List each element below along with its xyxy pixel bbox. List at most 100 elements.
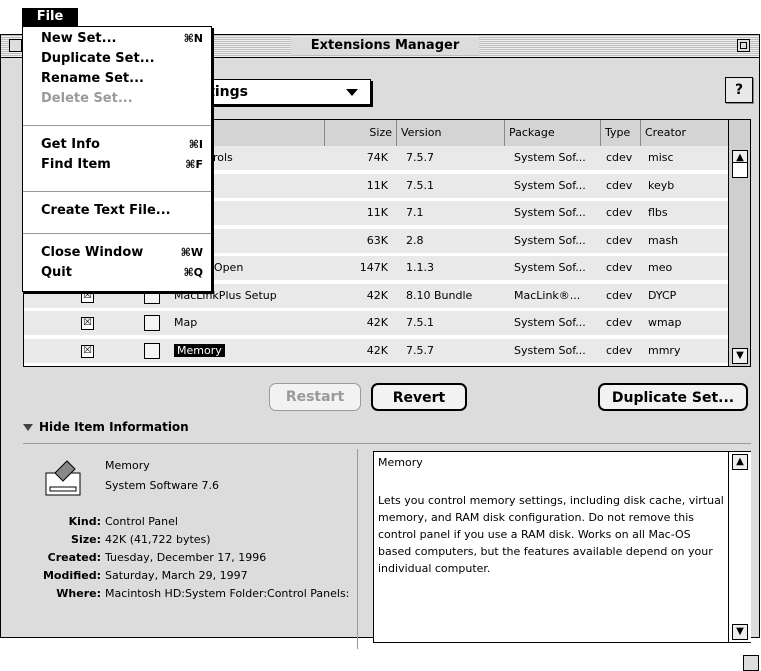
extension-version: 7.1 bbox=[406, 206, 424, 219]
menu-item-label: New Set... bbox=[41, 31, 117, 46]
extension-size: 74K bbox=[366, 151, 388, 164]
extension-type: cdev bbox=[606, 316, 633, 329]
menu-item-label: Close Window bbox=[41, 245, 144, 260]
hide-item-information-toggle[interactable]: Hide Item Information bbox=[23, 417, 189, 437]
where-label: Where: bbox=[56, 587, 101, 600]
duplicate-set-button[interactable]: Duplicate Set... bbox=[598, 383, 748, 411]
menu-item[interactable]: Duplicate Set... bbox=[23, 49, 211, 69]
extension-package: System Sof... bbox=[514, 343, 586, 357]
extension-creator: wmap bbox=[648, 316, 682, 329]
menu-item-label: Quit bbox=[41, 265, 72, 280]
menu-item-label: Create Text File... bbox=[41, 203, 171, 218]
extension-creator: mash bbox=[648, 233, 679, 247]
extension-size: 11K bbox=[366, 178, 388, 192]
info-item-name: Memory bbox=[105, 459, 150, 472]
header-package[interactable]: Package bbox=[504, 120, 600, 146]
menu-item[interactable]: Quit ⌘Q bbox=[23, 263, 211, 283]
extension-row[interactable]: ☒ Memory 42K 7.5.7 System Sof... cdev mmry bbox=[24, 338, 734, 364]
extension-type: cdev bbox=[606, 288, 633, 302]
zoom-box-icon[interactable] bbox=[737, 39, 750, 52]
extension-type: cdev bbox=[606, 343, 633, 357]
extension-size: 42K bbox=[366, 288, 388, 302]
extension-package: System Sof... bbox=[514, 261, 586, 274]
created-label: Created: bbox=[47, 551, 101, 564]
extension-version: 7.5.7 bbox=[406, 343, 434, 357]
header-type[interactable]: Type bbox=[600, 120, 640, 146]
info-item-package: System Software 7.6 bbox=[105, 479, 219, 492]
restart-button[interactable]: Restart bbox=[269, 383, 361, 411]
extension-version: 2.8 bbox=[406, 233, 424, 247]
extension-package: System Sof... bbox=[514, 178, 586, 192]
description-scrollbar[interactable]: ▲ ▼ bbox=[728, 452, 751, 642]
extension-package: System Sof... bbox=[514, 206, 586, 219]
scroll-thumb[interactable] bbox=[732, 162, 748, 178]
menu-item-label: Delete Set... bbox=[41, 91, 133, 106]
file-menu-dropdown: New Set... ⌘N Duplicate Set... Rename Set..… bbox=[22, 26, 212, 292]
disclosure-triangle-icon[interactable] bbox=[23, 424, 33, 431]
extension-package: MacLink®... bbox=[514, 288, 581, 302]
extension-size: 11K bbox=[366, 206, 388, 219]
info-labels: Kind: Size: Created: Modified: Where: bbox=[23, 513, 101, 603]
extension-version: 7.5.7 bbox=[406, 151, 434, 164]
extension-creator: flbs bbox=[648, 206, 668, 219]
header-creator[interactable]: Creator bbox=[640, 120, 728, 146]
menu-separator bbox=[23, 191, 211, 192]
extension-creator: misc bbox=[648, 151, 674, 164]
menu-item[interactable]: Create Text File... bbox=[23, 201, 211, 221]
extension-creator: DYCP bbox=[648, 288, 677, 302]
kind-value: Control Panel bbox=[105, 515, 178, 528]
menu-item-label: Get Info bbox=[41, 137, 100, 152]
header-size[interactable]: Size bbox=[324, 120, 396, 146]
menu-item-shortcut: ⌘Q bbox=[183, 266, 203, 279]
extension-package: System Sof... bbox=[514, 233, 586, 247]
extension-name: Memory bbox=[174, 339, 322, 363]
extension-type: cdev bbox=[606, 233, 633, 247]
enable-checkbox[interactable]: ☒ bbox=[81, 317, 94, 330]
hide-item-information-label: Hide Item Information bbox=[39, 420, 189, 434]
extension-name-text: Map bbox=[174, 316, 198, 329]
created-value: Tuesday, December 17, 1996 bbox=[105, 551, 267, 564]
modified-label: Modified: bbox=[42, 569, 101, 582]
scroll-down-arrow-icon[interactable]: ▼ bbox=[732, 348, 748, 364]
info-values: Control Panel 42K (41,722 bytes) Tuesday… bbox=[105, 513, 355, 603]
file-menu-title[interactable]: File bbox=[22, 8, 78, 26]
menu-item[interactable]: Rename Set... bbox=[23, 69, 211, 89]
modified-value: Saturday, March 29, 1997 bbox=[105, 569, 248, 582]
extension-package: System Sof... bbox=[514, 151, 586, 164]
kind-label: Kind: bbox=[68, 515, 101, 528]
extension-package: System Sof... bbox=[514, 316, 586, 329]
desc-scroll-up-icon[interactable]: ▲ bbox=[732, 454, 748, 470]
resize-grow-box-icon[interactable] bbox=[743, 655, 759, 671]
help-button[interactable]: ? bbox=[725, 77, 753, 103]
size-value: 42K (41,722 bytes) bbox=[105, 533, 211, 546]
extension-creator: meo bbox=[648, 261, 673, 274]
divider bbox=[23, 443, 751, 444]
menu-item[interactable]: Get Info ⌘I bbox=[23, 135, 211, 155]
size-label: Size: bbox=[71, 533, 101, 546]
where-value: Macintosh HD:System Folder:Control Panel… bbox=[105, 587, 350, 600]
description-box[interactable]: Memory Lets you control memory settings,… bbox=[373, 451, 751, 643]
extension-size: 42K bbox=[366, 343, 388, 357]
popup-arrow-icon bbox=[346, 89, 358, 96]
extension-version: 7.5.1 bbox=[406, 316, 434, 329]
extension-row[interactable]: ☒ Map 42K 7.5.1 System Sof... cdev wmap bbox=[24, 311, 734, 336]
extension-type: cdev bbox=[606, 261, 633, 274]
extension-icon bbox=[144, 342, 160, 359]
extension-type: cdev bbox=[606, 178, 633, 192]
menu-separator bbox=[23, 233, 211, 234]
menu-item[interactable]: Delete Set... bbox=[23, 89, 211, 109]
header-version[interactable]: Version bbox=[396, 120, 504, 146]
extension-icon bbox=[144, 315, 160, 331]
menu-item[interactable]: Find Item ⌘F bbox=[23, 155, 211, 175]
menu-item-shortcut: ⌘W bbox=[180, 246, 203, 259]
enable-checkbox[interactable]: ☒ bbox=[81, 344, 94, 358]
extension-size: 147K bbox=[359, 261, 388, 274]
list-scrollbar[interactable]: ▲ ▼ bbox=[728, 120, 750, 366]
extension-creator: keyb bbox=[648, 178, 675, 192]
menu-item[interactable]: New Set... ⌘N bbox=[23, 29, 211, 49]
revert-button[interactable]: Revert bbox=[371, 383, 467, 411]
menu-item[interactable]: Close Window ⌘W bbox=[23, 243, 211, 263]
menu-item-shortcut: ⌘N bbox=[183, 32, 203, 45]
close-box-icon[interactable] bbox=[9, 39, 22, 52]
extension-name-text: Memory bbox=[174, 343, 225, 357]
